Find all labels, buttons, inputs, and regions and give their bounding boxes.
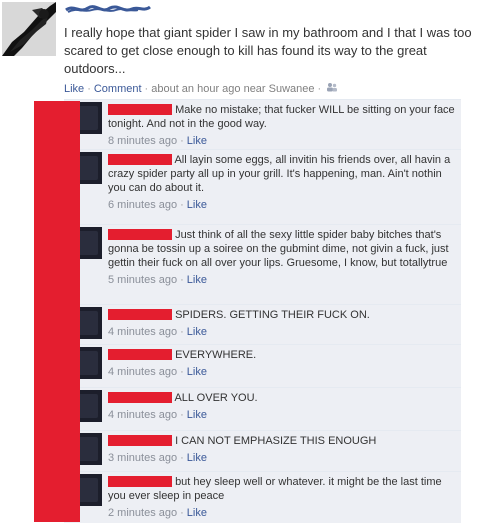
- comment-author-name[interactable]: [108, 229, 172, 240]
- comment-text: ALL OVER YOU.: [174, 392, 258, 404]
- comment-timestamp[interactable]: 3 minutes ago: [108, 452, 177, 464]
- separator-dot: ·: [87, 83, 91, 95]
- avatar-redaction-bar: [34, 101, 80, 522]
- comment-text: EVERYWHERE.: [175, 349, 257, 361]
- comment-author-name[interactable]: [108, 476, 172, 487]
- comment-body: I CAN NOT EMPHASIZE THIS ENOUGH 3 minute…: [108, 434, 457, 465]
- comment-like-link[interactable]: Like: [187, 274, 207, 286]
- comment-body: SPIDERS. GETTING THEIR FUCK ON. 4 minute…: [108, 308, 457, 339]
- status-message: I really hope that giant spider I saw in…: [64, 25, 472, 76]
- comment-like-link[interactable]: Like: [187, 199, 207, 211]
- separator-dot: ·: [180, 409, 184, 421]
- comment-author-name[interactable]: [108, 349, 172, 360]
- comment-author-name[interactable]: [108, 435, 172, 446]
- scribble-redaction-icon: [65, 5, 151, 13]
- friends-people-icon[interactable]: [326, 82, 338, 96]
- separator-dot: ·: [180, 199, 184, 211]
- separator-dot: ·: [180, 326, 184, 338]
- separator-dot: ·: [180, 366, 184, 378]
- comment-author-name[interactable]: [108, 309, 172, 320]
- comment-body: Make no mistake; that fucker WILL be sit…: [108, 103, 457, 148]
- comment-like-link[interactable]: Like: [187, 452, 207, 464]
- comment-timestamp[interactable]: 4 minutes ago: [108, 409, 177, 421]
- separator-dot: ·: [180, 135, 184, 147]
- comments-list: Make no mistake; that fucker WILL be sit…: [64, 99, 461, 523]
- comment-author-name[interactable]: [108, 104, 172, 115]
- separator-dot: ·: [180, 274, 184, 286]
- comment-timestamp[interactable]: 6 minutes ago: [108, 199, 177, 211]
- comment-body: ALL OVER YOU. 4 minutes ago · Like: [108, 391, 457, 422]
- comment-item: All layin some eggs, all invitin his fri…: [64, 149, 461, 224]
- post-author-avatar[interactable]: [2, 2, 56, 56]
- comment-timestamp[interactable]: 4 minutes ago: [108, 366, 177, 378]
- comment-body: but hey sleep well or whatever. it might…: [108, 475, 457, 520]
- comment-like-link[interactable]: Like: [187, 366, 207, 378]
- comment-body: All layin some eggs, all invitin his fri…: [108, 153, 457, 212]
- avatar-image: [2, 2, 56, 56]
- comment-link[interactable]: Comment: [94, 83, 142, 95]
- comment-timestamp[interactable]: 8 minutes ago: [108, 135, 177, 147]
- comment-author-name[interactable]: [108, 392, 172, 403]
- comment-timestamp[interactable]: 5 minutes ago: [108, 274, 177, 286]
- comment-text: I CAN NOT EMPHASIZE THIS ENOUGH: [175, 435, 377, 447]
- comment-like-link[interactable]: Like: [187, 409, 207, 421]
- separator-dot: ·: [180, 452, 184, 464]
- separator-dot: ·: [180, 507, 184, 519]
- comment-item: Just think of all the sexy little spider…: [64, 224, 461, 304]
- comment-like-link[interactable]: Like: [187, 507, 207, 519]
- separator-dot: ·: [317, 83, 322, 95]
- comment-item: EVERYWHERE. 4 minutes ago · Like: [64, 344, 461, 387]
- post-action-bar: Like · Comment · about an hour ago near Suwa…: [64, 82, 480, 96]
- comment-item: Make no mistake; that fucker WILL be sit…: [64, 99, 461, 149]
- comment-like-link[interactable]: Like: [187, 135, 207, 147]
- comment-body: Just think of all the sexy little spider…: [108, 228, 457, 287]
- comment-timestamp[interactable]: 4 minutes ago: [108, 326, 177, 338]
- comment-text: SPIDERS. GETTING THEIR FUCK ON.: [175, 309, 370, 321]
- comment-body: EVERYWHERE. 4 minutes ago · Like: [108, 348, 457, 379]
- comment-item: but hey sleep well or whatever. it might…: [64, 471, 461, 524]
- separator-dot: ·: [144, 83, 149, 95]
- like-link[interactable]: Like: [64, 83, 84, 95]
- comment-item: ALL OVER YOU. 4 minutes ago · Like: [64, 387, 461, 430]
- comment-item: SPIDERS. GETTING THEIR FUCK ON. 4 minute…: [64, 304, 461, 344]
- comment-author-name[interactable]: [108, 154, 172, 165]
- comment-timestamp[interactable]: 2 minutes ago: [108, 507, 177, 519]
- post-author-name[interactable]: [64, 2, 154, 16]
- comment-like-link[interactable]: Like: [187, 326, 207, 338]
- post-timestamp[interactable]: about an hour ago near Suwanee: [151, 83, 314, 95]
- comment-item: I CAN NOT EMPHASIZE THIS ENOUGH 3 minute…: [64, 430, 461, 471]
